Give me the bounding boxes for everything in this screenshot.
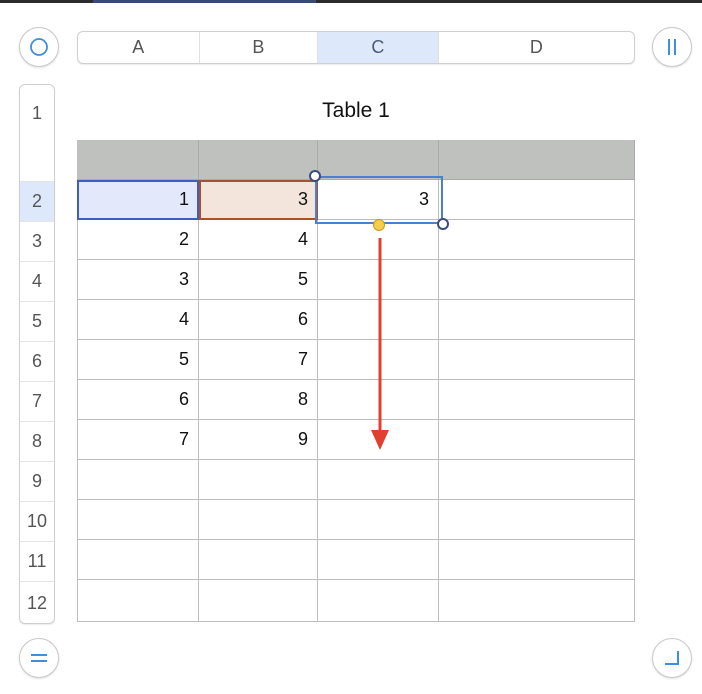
row-header-5[interactable]: 5 — [20, 301, 54, 341]
cell-a10[interactable] — [77, 500, 199, 540]
column-header-b[interactable]: B — [200, 32, 319, 63]
cell-b3[interactable]: 4 — [199, 220, 318, 260]
cell-d6[interactable] — [439, 340, 635, 380]
cell-b8[interactable]: 9 — [199, 420, 318, 460]
row-header-bar: 1 2 3 4 5 6 7 8 9 10 11 12 — [19, 84, 55, 624]
down-arrow-icon — [371, 238, 389, 450]
row-header-10[interactable]: 10 — [20, 501, 54, 541]
row-header-8[interactable]: 8 — [20, 421, 54, 461]
selection-handle-bottom-right[interactable] — [437, 218, 449, 230]
cell-b6[interactable]: 7 — [199, 340, 318, 380]
column-header-bar: A B C D — [77, 31, 635, 64]
selection-handle-top-left[interactable] — [309, 170, 321, 182]
cell-d5[interactable] — [439, 300, 635, 340]
cell-d4[interactable] — [439, 260, 635, 300]
cell-a9[interactable] — [77, 460, 199, 500]
column-header-c[interactable]: C — [318, 32, 439, 63]
row-header-1[interactable]: 1 — [20, 85, 54, 141]
cell-a12[interactable] — [77, 580, 199, 622]
cell-b7[interactable]: 8 — [199, 380, 318, 420]
cell-d3[interactable] — [439, 220, 635, 260]
cell-d9[interactable] — [439, 460, 635, 500]
cell-a2[interactable]: 1 — [77, 180, 199, 220]
cell-c10[interactable] — [318, 500, 439, 540]
row-header-6[interactable]: 6 — [20, 341, 54, 381]
cell-d10[interactable] — [439, 500, 635, 540]
row-header-3[interactable]: 3 — [20, 221, 54, 261]
cell-a11[interactable] — [77, 540, 199, 580]
cell-b11[interactable] — [199, 540, 318, 580]
cell-b5[interactable]: 6 — [199, 300, 318, 340]
column-handle-icon — [664, 37, 680, 57]
row-header-11[interactable]: 11 — [20, 541, 54, 581]
cell-c11[interactable] — [318, 540, 439, 580]
cell-c1[interactable] — [318, 140, 439, 180]
cell-b12[interactable] — [199, 580, 318, 622]
circle-select-icon — [29, 37, 49, 57]
cell-b1[interactable] — [199, 140, 318, 180]
cell-d12[interactable] — [439, 580, 635, 622]
cell-a5[interactable]: 4 — [77, 300, 199, 340]
add-column-button[interactable] — [652, 27, 692, 67]
cell-c2[interactable]: 3 — [318, 180, 439, 220]
active-tab-indicator — [93, 0, 316, 3]
resize-table-button[interactable] — [652, 638, 692, 678]
row-header-9[interactable]: 9 — [20, 461, 54, 501]
cell-b9[interactable] — [199, 460, 318, 500]
window-top-bar — [0, 0, 702, 3]
cell-d8[interactable] — [439, 420, 635, 460]
row-header-4[interactable]: 4 — [20, 261, 54, 301]
autofill-handle[interactable] — [373, 219, 385, 231]
cell-c12[interactable] — [318, 580, 439, 622]
row-header-7[interactable]: 7 — [20, 381, 54, 421]
cell-a6[interactable]: 5 — [77, 340, 199, 380]
table-title[interactable]: Table 1 — [77, 99, 635, 123]
add-row-button[interactable] — [19, 638, 59, 678]
cell-b10[interactable] — [199, 500, 318, 540]
cell-a8[interactable]: 7 — [77, 420, 199, 460]
select-table-button[interactable] — [19, 27, 59, 67]
cell-b2[interactable]: 3 — [199, 180, 318, 220]
cell-d11[interactable] — [439, 540, 635, 580]
cell-a4[interactable]: 3 — [77, 260, 199, 300]
row-header-12[interactable]: 12 — [20, 581, 54, 623]
cell-c9[interactable] — [318, 460, 439, 500]
cell-d7[interactable] — [439, 380, 635, 420]
row-header-2[interactable]: 2 — [20, 181, 54, 221]
cell-b4[interactable]: 5 — [199, 260, 318, 300]
cell-a1[interactable] — [77, 140, 199, 180]
column-header-a[interactable]: A — [78, 32, 200, 63]
cell-d1[interactable] — [439, 140, 635, 180]
cell-a7[interactable]: 6 — [77, 380, 199, 420]
table-grid: 133243546576879 — [77, 140, 635, 622]
resize-corner-icon — [663, 649, 681, 667]
cell-a3[interactable]: 2 — [77, 220, 199, 260]
cell-d2[interactable] — [439, 180, 635, 220]
row-handle-icon — [29, 650, 49, 666]
column-header-d[interactable]: D — [439, 32, 634, 63]
